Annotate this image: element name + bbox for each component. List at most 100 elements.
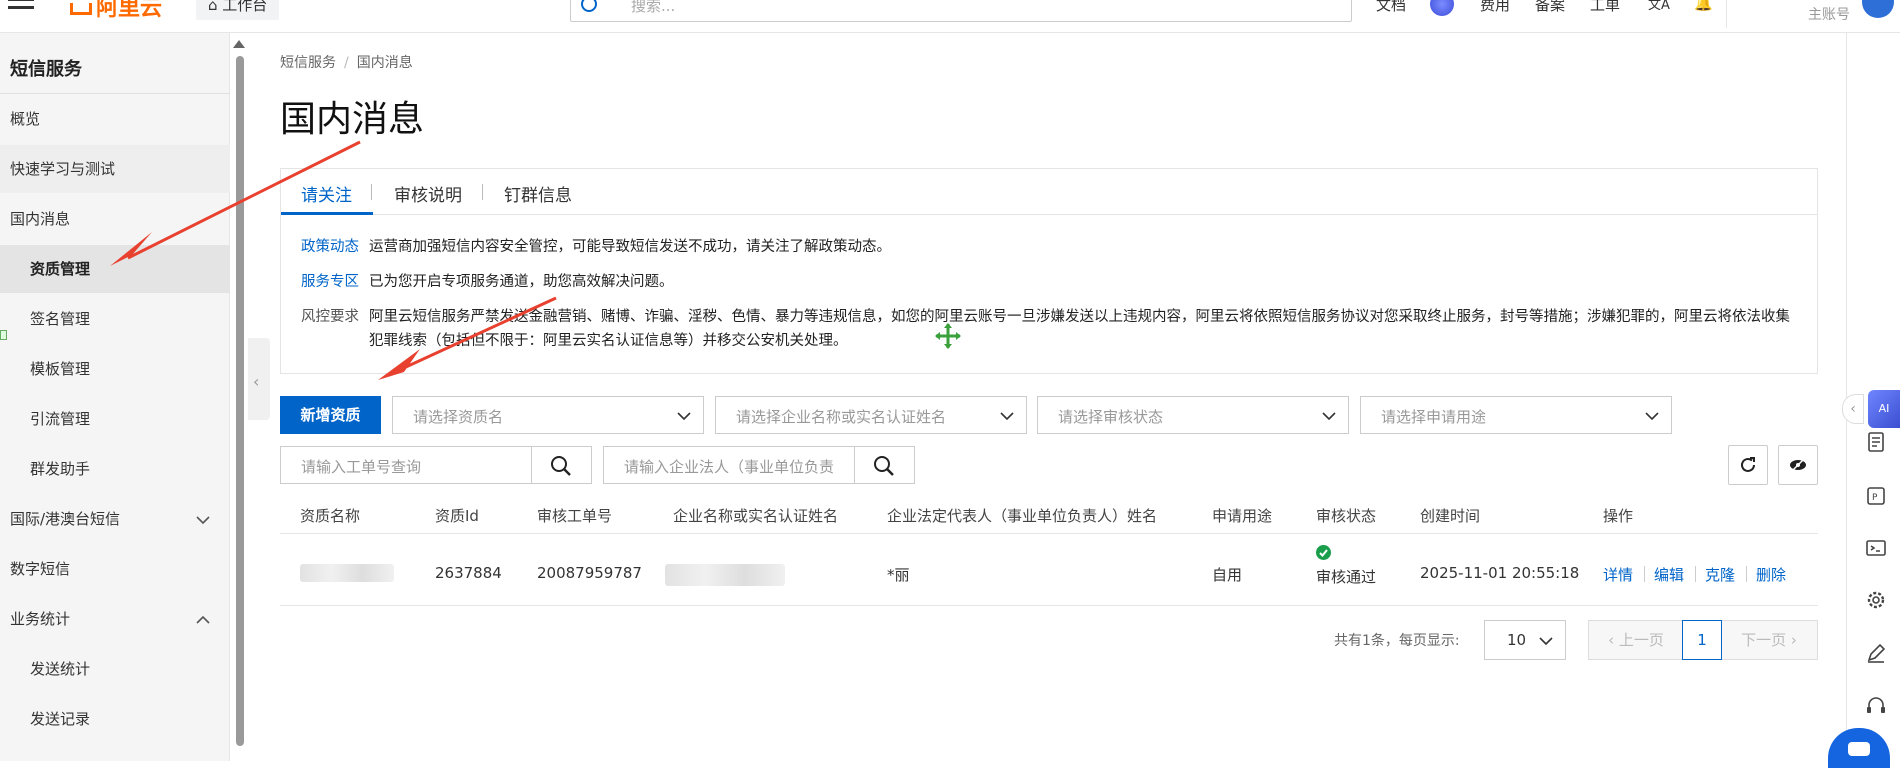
- cell-legal-rep: *丽: [887, 566, 910, 584]
- edit-icon[interactable]: [1864, 641, 1888, 665]
- ticket-search-input[interactable]: 请输入工单号查询: [280, 446, 592, 484]
- breadcrumb-current: 国内消息: [356, 55, 413, 71]
- redacted-company: [665, 564, 785, 586]
- bell-icon[interactable]: 🔔: [1694, 0, 1713, 12]
- sidebar-item-label: 国际/港澳台短信: [10, 510, 121, 528]
- check-circle-icon: [1316, 545, 1331, 560]
- sidebar-item-bulk[interactable]: 群发助手: [0, 445, 230, 493]
- chevron-down-icon: [1645, 412, 1659, 421]
- sidebar-item-label: 业务统计: [10, 610, 71, 628]
- col-created: 创建时间: [1420, 507, 1481, 525]
- edit-link[interactable]: 编辑: [1654, 564, 1684, 585]
- next-page-button[interactable]: 下一页 ›: [1720, 620, 1818, 660]
- column-visibility-button[interactable]: [1778, 445, 1818, 485]
- tab-review-guide[interactable]: 审核说明: [394, 181, 462, 206]
- company-name-select[interactable]: 请选择企业名称或实名认证姓名: [715, 396, 1027, 434]
- avatar[interactable]: [1862, 0, 1894, 18]
- page-size-select[interactable]: 10: [1484, 620, 1566, 660]
- scroll-up-arrow[interactable]: [233, 40, 245, 48]
- breadcrumb: 短信服务 / 国内消息: [280, 55, 413, 71]
- global-search-input[interactable]: 搜索...: [570, 0, 1352, 22]
- col-company: 企业名称或实名认证姓名: [673, 507, 839, 525]
- robot-icon: [1848, 742, 1870, 756]
- table-row: 2637884 20087959787 *丽 自用 审核通过 2025-11-0…: [280, 534, 1818, 606]
- legal-rep-search-button[interactable]: [854, 447, 914, 483]
- api-icon[interactable]: P: [1864, 484, 1888, 508]
- aliyun-logo[interactable]: 阿里云: [70, 0, 162, 22]
- breadcrumb-root[interactable]: 短信服务: [280, 55, 336, 71]
- sidebar-item-overview[interactable]: 概览: [0, 95, 230, 143]
- gear-icon[interactable]: [1864, 588, 1888, 612]
- review-status-select[interactable]: 请选择审核状态: [1037, 396, 1349, 434]
- tab-dingtalk[interactable]: 钉群信息: [504, 181, 572, 206]
- sidebar-item-signature[interactable]: 签名管理: [0, 295, 230, 343]
- tab-attention[interactable]: 请关注: [301, 181, 352, 206]
- redacted-name: [300, 564, 394, 582]
- topbar-divider: [1726, 0, 1727, 28]
- notice-panel: 请关注 审核说明 钉群信息 政策动态 运营商加强短信内容安全管控，可能导致短信发送…: [280, 168, 1818, 374]
- sidebar-item-qualification[interactable]: 资质管理: [0, 245, 230, 293]
- ai-assistant-icon[interactable]: [1430, 0, 1454, 16]
- col-status: 审核状态: [1316, 507, 1377, 525]
- page-1-button[interactable]: 1: [1682, 620, 1722, 660]
- risk-label: 风控要求: [301, 309, 359, 325]
- docs-link[interactable]: 文档: [1376, 0, 1406, 15]
- search-icon: [581, 0, 597, 12]
- svg-text:P: P: [1872, 493, 1878, 503]
- cell-usage: 自用: [1212, 566, 1243, 584]
- sidebar-item-digital[interactable]: 数字短信: [0, 545, 230, 593]
- clone-link[interactable]: 克隆: [1705, 564, 1735, 585]
- sidebar-item-send-records[interactable]: 发送记录: [0, 695, 230, 743]
- usage-select[interactable]: 请选择申请用途: [1360, 396, 1672, 434]
- collapse-right-button[interactable]: ‹: [1842, 394, 1864, 424]
- policy-link[interactable]: 政策动态: [301, 239, 359, 255]
- eye-off-icon: [1790, 458, 1806, 472]
- service-link[interactable]: 服务专区: [301, 274, 359, 290]
- sidebar-item-quickstart[interactable]: 快速学习与测试: [0, 145, 230, 193]
- page-title: 国内消息: [280, 99, 425, 140]
- cell-id: 2637884: [435, 564, 502, 582]
- notice-service-row: 服务专区 已为您开启专项服务通道，助您高效解决问题。: [301, 274, 674, 290]
- prev-page-button[interactable]: ‹ 上一页: [1588, 620, 1684, 660]
- headset-icon[interactable]: [1864, 694, 1888, 718]
- chevron-down-icon: [196, 516, 210, 525]
- cell-created: 2025-11-01 20:55:18: [1420, 564, 1580, 582]
- sidebar-item-template[interactable]: 模板管理: [0, 345, 230, 393]
- language-icon[interactable]: 文A: [1648, 0, 1670, 13]
- notice-risk-row: 风控要求 阿里云短信服务严禁发送金融营销、赌博、诈骗、淫秽、色情、暴力等违规信息，…: [301, 309, 1790, 349]
- sidebar-item-stats[interactable]: 业务统计: [0, 595, 230, 643]
- sidebar-item-domestic[interactable]: 国内消息: [0, 195, 230, 243]
- collapse-sidebar-button[interactable]: ‹: [248, 338, 270, 420]
- billing-link[interactable]: 费用: [1480, 0, 1510, 15]
- add-qualification-button[interactable]: 新增资质: [280, 396, 381, 434]
- sidebar-item-traffic[interactable]: 引流管理: [0, 395, 230, 443]
- delete-link[interactable]: 删除: [1756, 564, 1786, 585]
- workspace-button[interactable]: ⌂ 工作台: [196, 0, 280, 20]
- sidebar-item-international[interactable]: 国际/港澳台短信: [0, 495, 230, 543]
- qualification-name-select[interactable]: 请选择资质名: [392, 396, 704, 434]
- top-bar: 阿里云 ⌂ 工作台 搜索... 文档 费用 备案 工单 文A 🔔 主账号: [0, 0, 1900, 33]
- sidebar-divider: [0, 93, 230, 94]
- refresh-button[interactable]: [1728, 445, 1768, 485]
- col-legal-rep: 企业法定代表人（事业单位负责人）姓名: [887, 507, 1158, 525]
- document-icon[interactable]: [1864, 430, 1888, 454]
- scrollbar-thumb[interactable]: [236, 56, 244, 746]
- details-link[interactable]: 详情: [1603, 564, 1633, 585]
- resize-handle-left[interactable]: [0, 330, 7, 340]
- col-ticket: 审核工单号: [537, 507, 613, 525]
- chevron-down-icon: [677, 412, 691, 421]
- legal-rep-search-input[interactable]: 请输入企业法人（事业单位负责: [603, 446, 915, 484]
- col-id: 资质Id: [435, 507, 479, 525]
- terminal-icon[interactable]: [1864, 536, 1888, 560]
- icp-link[interactable]: 备案: [1535, 0, 1565, 15]
- table-header: 资质名称 资质Id 审核工单号 企业名称或实名认证姓名 企业法定代表人（事业单位…: [280, 496, 1818, 534]
- refresh-icon: [1741, 457, 1755, 472]
- menu-icon[interactable]: [8, 0, 34, 16]
- ticket-link[interactable]: 工单: [1590, 0, 1620, 15]
- sidebar-item-send-stats[interactable]: 发送统计: [0, 645, 230, 693]
- active-tab-indicator: [281, 212, 373, 215]
- ticket-search-button[interactable]: [531, 447, 591, 483]
- chevron-down-icon: [1000, 412, 1014, 421]
- ai-assistant-button[interactable]: AI: [1868, 390, 1900, 428]
- cell-ticket: 20087959787: [537, 564, 642, 582]
